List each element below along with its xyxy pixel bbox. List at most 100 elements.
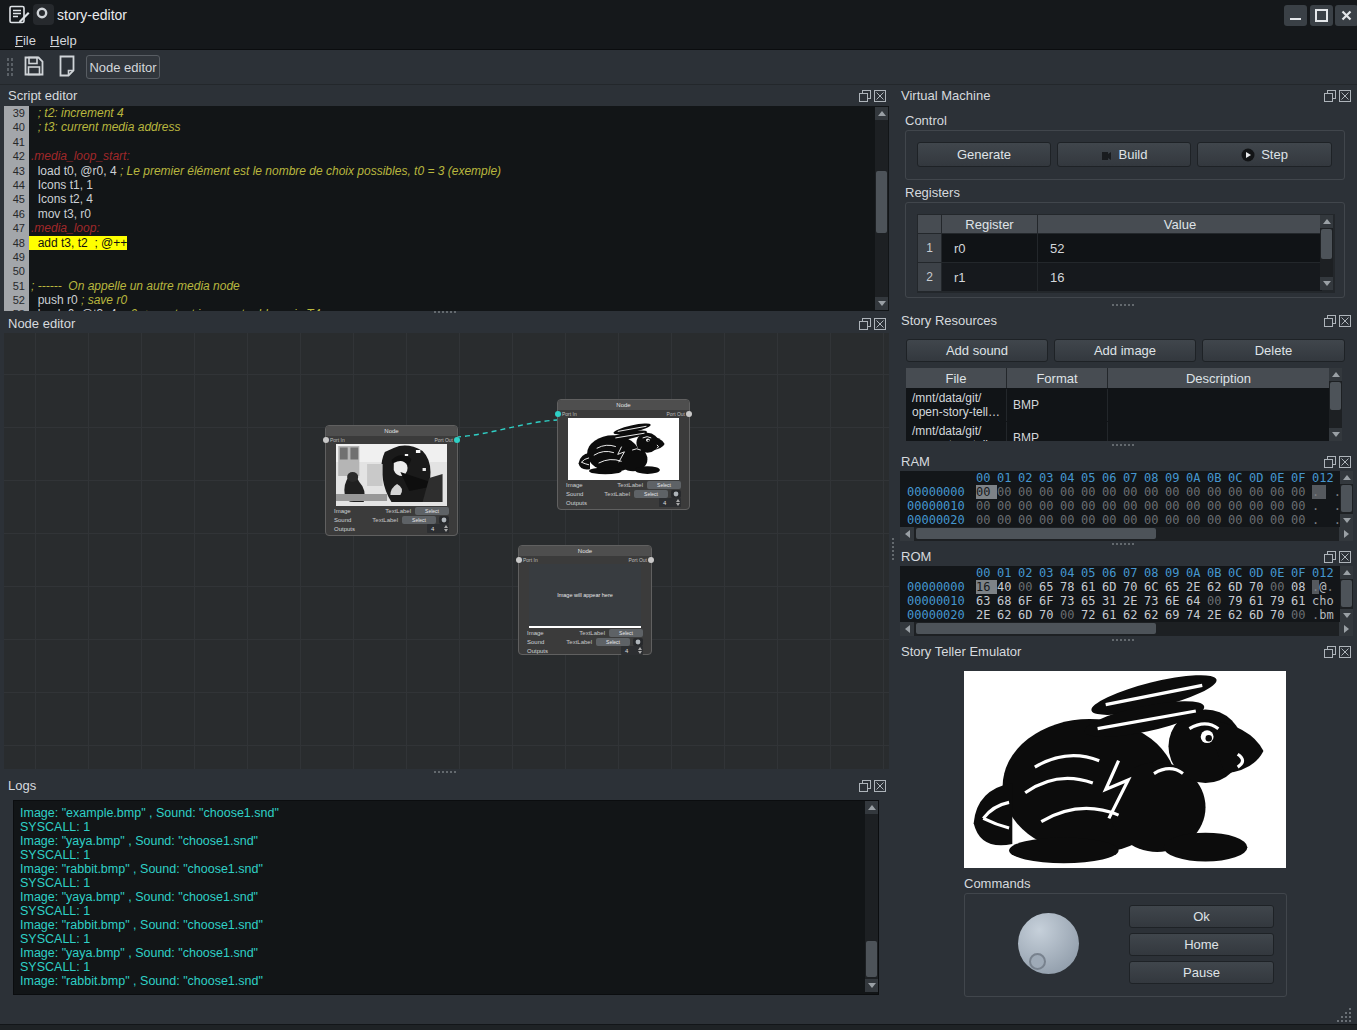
sound-icon[interactable] — [439, 516, 449, 524]
new-file-icon[interactable] — [56, 55, 78, 77]
hex-row[interactable]: 000000202E626D70007261626269742E626D7000… — [900, 608, 1353, 622]
node-title[interactable]: Node — [558, 400, 689, 410]
minimize-button[interactable] — [1284, 5, 1307, 26]
script-line[interactable]: 44 Icons t1, 1 — [4, 178, 889, 192]
logs-output[interactable]: Image: "example.bmp" , Sound: "choose1.s… — [13, 800, 879, 995]
ok-button[interactable]: Ok — [1129, 905, 1274, 928]
close-button[interactable] — [1335, 5, 1357, 26]
script-line[interactable]: 39 ; t2: increment 4 — [4, 106, 889, 120]
dial-knob[interactable] — [1018, 913, 1079, 974]
resources-scrollbar[interactable] — [1329, 368, 1342, 441]
description-cell[interactable] — [1108, 422, 1329, 441]
resource-row[interactable]: /mnt/data/git/open-story-tellBMP — [906, 422, 1329, 441]
splitter-handle[interactable] — [434, 311, 456, 313]
format-cell[interactable]: BMP — [1007, 389, 1107, 421]
resource-row[interactable]: /mnt/data/git/open-story-tell…BMP — [906, 389, 1329, 421]
port-out-dot[interactable] — [686, 411, 692, 417]
script-line[interactable]: 48 add t3, t2 ; @++ — [4, 236, 889, 250]
register-column-header[interactable]: Register — [942, 215, 1037, 233]
scrollbar-thumb[interactable] — [1330, 382, 1341, 410]
file-column-header[interactable]: File — [906, 368, 1006, 388]
select-image-button[interactable]: Select — [609, 629, 643, 637]
rom-vscrollbar[interactable] — [1340, 566, 1353, 622]
sound-icon[interactable] — [671, 490, 681, 498]
scroll-down-arrow[interactable] — [875, 297, 888, 310]
node-media-2[interactable]: Node Port In Port Out — [557, 399, 690, 510]
pause-button[interactable]: Pause — [1129, 961, 1274, 984]
outputs-spinner[interactable]: 4 — [659, 498, 681, 507]
scroll-down-arrow[interactable] — [1329, 428, 1342, 441]
select-sound-button[interactable]: Select — [634, 490, 668, 498]
delete-button[interactable]: Delete — [1202, 339, 1345, 362]
script-line[interactable]: 47.media_loop: — [4, 221, 889, 235]
node-media-3[interactable]: Node Port In Port Out Image will appear … — [518, 545, 652, 655]
splitter-handle[interactable] — [1112, 444, 1134, 446]
register-value-cell[interactable]: 52 — [1038, 234, 1322, 262]
format-cell[interactable]: BMP — [1007, 422, 1107, 441]
close-panel-icon[interactable] — [874, 318, 886, 330]
description-cell[interactable] — [1108, 389, 1329, 421]
script-line[interactable]: 52 push r0 ; save r0 — [4, 293, 889, 307]
script-line[interactable]: 50 — [4, 264, 889, 278]
float-panel-icon[interactable] — [859, 90, 871, 102]
close-panel-icon[interactable] — [874, 90, 886, 102]
script-line[interactable]: 51; ------ On appelle un autre media nod… — [4, 279, 889, 293]
close-panel-icon[interactable] — [1339, 90, 1351, 102]
scroll-right-arrow[interactable] — [1339, 622, 1353, 636]
logs-scrollbar[interactable] — [865, 801, 878, 992]
port-out-dot[interactable] — [648, 557, 654, 563]
rom-hscrollbar[interactable] — [900, 622, 1353, 636]
script-line[interactable]: 41 — [4, 135, 889, 149]
step-button[interactable]: Step — [1197, 142, 1332, 167]
float-panel-icon[interactable] — [1324, 456, 1336, 468]
outputs-spinner[interactable]: 4 — [621, 646, 643, 655]
ram-vscrollbar[interactable] — [1340, 471, 1353, 527]
vertical-splitter-handle[interactable] — [892, 538, 894, 560]
register-name-cell[interactable]: r1 — [942, 263, 1037, 291]
build-button[interactable]: Build — [1057, 142, 1191, 167]
close-panel-icon[interactable] — [874, 780, 886, 792]
scroll-right-arrow[interactable] — [1339, 527, 1353, 541]
scrollbar-thumb[interactable] — [876, 171, 887, 233]
rom-hex-view[interactable]: 000102030405060708090A0B0C0D0E0F01200000… — [900, 566, 1353, 636]
scroll-left-arrow[interactable] — [900, 622, 914, 636]
register-value-cell[interactable]: 16 — [1038, 263, 1322, 291]
register-name-cell[interactable]: r0 — [942, 234, 1037, 262]
script-editor[interactable]: 39 ; t2: increment 440 ; t3: current med… — [4, 106, 889, 311]
scroll-left-arrow[interactable] — [900, 527, 914, 541]
splitter-handle[interactable] — [1112, 639, 1134, 641]
scroll-down-arrow[interactable] — [1340, 514, 1353, 527]
scroll-up-arrow[interactable] — [1320, 215, 1333, 228]
node-media-1[interactable]: Node Port In Port Out — [325, 425, 458, 536]
scrollbar-thumb[interactable] — [866, 941, 877, 977]
value-column-header[interactable]: Value — [1038, 215, 1322, 233]
scrollbar-thumb[interactable] — [1321, 229, 1332, 259]
ram-hscrollbar[interactable] — [900, 527, 1353, 541]
scrollbar-thumb[interactable] — [916, 528, 1156, 539]
scroll-up-arrow[interactable] — [1340, 566, 1353, 579]
sound-icon[interactable] — [633, 638, 643, 646]
scrollbar-thumb[interactable] — [1341, 485, 1352, 512]
resize-grip[interactable] — [1337, 1008, 1353, 1024]
port-in-dot[interactable] — [323, 437, 329, 443]
close-panel-icon[interactable] — [1339, 456, 1351, 468]
script-line[interactable]: 40 ; t3: current media address — [4, 120, 889, 134]
port-out-dot[interactable] — [454, 437, 460, 443]
node-editor-button[interactable]: Node editor — [86, 55, 160, 79]
add-sound-button[interactable]: Add sound — [906, 339, 1048, 362]
float-panel-icon[interactable] — [859, 780, 871, 792]
hex-row[interactable]: 0000002000000000000000000000000000000000… — [900, 513, 1353, 527]
file-cell[interactable]: /mnt/data/git/open-story-tell — [906, 422, 1006, 441]
hex-row[interactable]: 0000000000000000000000000000000000000000… — [900, 485, 1353, 499]
float-panel-icon[interactable] — [1324, 315, 1336, 327]
hex-row[interactable]: 0000001063686F6F7365312E736E640079617961… — [900, 594, 1353, 608]
description-column-header[interactable]: Description — [1108, 368, 1329, 388]
registers-scrollbar[interactable] — [1320, 215, 1333, 290]
script-line[interactable]: 46 mov t3, r0 — [4, 207, 889, 221]
save-icon[interactable] — [23, 55, 45, 77]
home-button[interactable]: Home — [1129, 933, 1274, 956]
scroll-up-arrow[interactable] — [1329, 368, 1342, 381]
scroll-down-arrow[interactable] — [1340, 609, 1353, 622]
scroll-down-arrow[interactable] — [1320, 277, 1333, 290]
float-panel-icon[interactable] — [1324, 646, 1336, 658]
